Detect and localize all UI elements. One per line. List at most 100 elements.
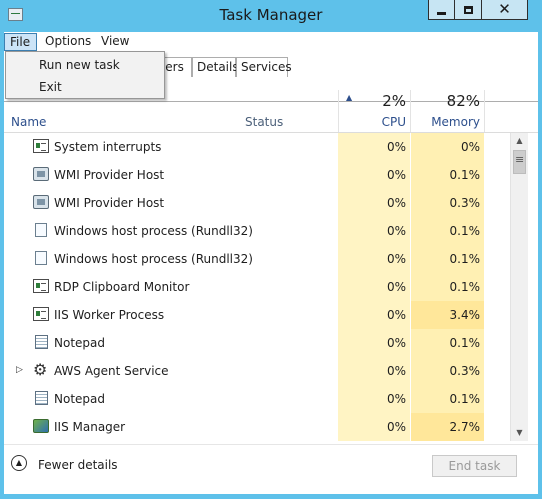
end-task-button[interactable]: End task	[432, 455, 517, 477]
expand-arrow-icon[interactable]: ▷	[16, 365, 23, 375]
menu-bar: File Options View	[4, 32, 538, 52]
cpu-value: 0%	[386, 140, 406, 154]
process-name: IIS Manager	[54, 420, 126, 434]
close-icon: ✕	[498, 0, 511, 18]
cpu-value: 0%	[386, 280, 406, 294]
process-name: Windows host process (Rundll32)	[54, 224, 253, 238]
process-name: Windows host process (Rundll32)	[54, 252, 253, 266]
table-row[interactable]: Notepad 0% 0.1%	[4, 329, 510, 357]
memory-total: 82%	[446, 92, 480, 110]
table-row[interactable]: RDP Clipboard Monitor 0% 0.1%	[4, 273, 510, 301]
cpu-cell: 0%	[338, 385, 410, 413]
memory-value: 3.4%	[449, 308, 481, 322]
scroll-up-icon[interactable]: ▲	[511, 133, 528, 149]
column-name[interactable]: Name	[11, 115, 46, 129]
menu-options[interactable]: Options	[40, 33, 96, 51]
menu-view[interactable]: View	[96, 33, 134, 51]
memory-cell: 0.1%	[411, 217, 484, 245]
wmi-icon	[33, 167, 49, 181]
maximize-icon	[463, 5, 473, 14]
cpu-value: 0%	[386, 392, 406, 406]
cpu-value: 0%	[386, 420, 406, 434]
exit-menu-item[interactable]: Exit	[39, 77, 62, 97]
cpu-cell: 0%	[338, 301, 410, 329]
column-status[interactable]: Status	[245, 115, 283, 129]
cpu-value: 0%	[386, 252, 406, 266]
task-manager-window: Task Manager ✕ File Options View sers De…	[0, 0, 542, 499]
memory-value: 0.1%	[449, 280, 481, 294]
footer-bar: ▲ Fewer details End task	[4, 444, 538, 495]
cpu-value: 0%	[386, 224, 406, 238]
memory-value: 0.1%	[449, 168, 481, 182]
table-row[interactable]: Windows host process (Rundll32) 0% 0.1%	[4, 217, 510, 245]
maximize-button[interactable]	[455, 0, 482, 20]
scroll-thumb[interactable]	[513, 150, 526, 174]
file-menu-dropdown: Run new task Exit	[5, 51, 165, 99]
cpu-cell: 0%	[338, 189, 410, 217]
memory-value: 2.7%	[449, 420, 481, 434]
memory-label: Memory	[431, 115, 480, 129]
tab-details[interactable]: Details	[192, 57, 239, 77]
cpu-value: 0%	[386, 196, 406, 210]
service-icon	[33, 360, 49, 379]
cpu-value: 0%	[386, 364, 406, 378]
app-window-icon	[33, 139, 49, 153]
vertical-scrollbar[interactable]: ▲ ▼	[510, 133, 528, 441]
scroll-down-icon[interactable]: ▼	[511, 425, 528, 441]
app-window-icon	[33, 279, 49, 293]
notepad-icon	[35, 335, 48, 349]
memory-cell: 0.1%	[411, 385, 484, 413]
column-cpu[interactable]: 2% CPU	[338, 90, 410, 132]
memory-value: 0.1%	[449, 336, 481, 350]
process-name: IIS Worker Process	[54, 308, 165, 322]
notepad-icon	[35, 391, 48, 405]
document-icon	[35, 251, 47, 265]
table-row[interactable]: WMI Provider Host 0% 0.1%	[4, 161, 510, 189]
memory-cell: 0.1%	[411, 273, 484, 301]
title-bar: Task Manager ✕	[0, 0, 542, 32]
memory-value: 0.1%	[449, 224, 481, 238]
memory-value: 0.1%	[449, 252, 481, 266]
cpu-value: 0%	[386, 168, 406, 182]
process-name: WMI Provider Host	[54, 196, 165, 210]
chevron-up-icon[interactable]: ▲	[11, 455, 27, 471]
memory-cell: 0.3%	[411, 189, 484, 217]
app-window-icon	[33, 307, 49, 321]
table-row[interactable]: IIS Worker Process 0% 3.4%	[4, 301, 510, 329]
close-button[interactable]: ✕	[482, 0, 528, 20]
cpu-cell: 0%	[338, 357, 410, 385]
cpu-cell: 0%	[338, 245, 410, 273]
memory-value: 0%	[460, 140, 480, 154]
table-row[interactable]: System interrupts 0% 0%	[4, 133, 510, 161]
process-name: RDP Clipboard Monitor	[54, 280, 190, 294]
memory-cell: 0%	[411, 133, 484, 161]
memory-cell: 0.3%	[411, 357, 484, 385]
cpu-cell: 0%	[338, 413, 410, 441]
process-name: Notepad	[54, 336, 105, 350]
fewer-details-link[interactable]: Fewer details	[38, 458, 118, 472]
cpu-value: 0%	[386, 308, 406, 322]
table-row[interactable]: Windows host process (Rundll32) 0% 0.1%	[4, 245, 510, 273]
cpu-cell: 0%	[338, 329, 410, 357]
table-row[interactable]: WMI Provider Host 0% 0.3%	[4, 189, 510, 217]
cpu-value: 0%	[386, 336, 406, 350]
column-memory[interactable]: 82% Memory	[411, 90, 484, 132]
menu-file[interactable]: File	[4, 33, 37, 51]
tab-services[interactable]: Services	[236, 57, 292, 77]
table-row[interactable]: ▷ AWS Agent Service 0% 0.3%	[4, 357, 510, 385]
memory-cell: 0.1%	[411, 329, 484, 357]
table-row[interactable]: Notepad 0% 0.1%	[4, 385, 510, 413]
table-row[interactable]: IIS Manager 0% 2.7%	[4, 413, 510, 441]
process-name: Notepad	[54, 392, 105, 406]
run-new-task-menu-item[interactable]: Run new task	[39, 55, 120, 75]
document-icon	[35, 223, 47, 237]
memory-value: 0.1%	[449, 392, 481, 406]
minimize-button[interactable]	[428, 0, 455, 20]
cpu-total: 2%	[382, 92, 406, 110]
cpu-cell: 0%	[338, 133, 410, 161]
memory-cell: 0.1%	[411, 245, 484, 273]
memory-cell: 3.4%	[411, 301, 484, 329]
process-name: AWS Agent Service	[54, 364, 169, 378]
cpu-cell: 0%	[338, 273, 410, 301]
client-area: File Options View sers Details Services …	[4, 32, 538, 494]
